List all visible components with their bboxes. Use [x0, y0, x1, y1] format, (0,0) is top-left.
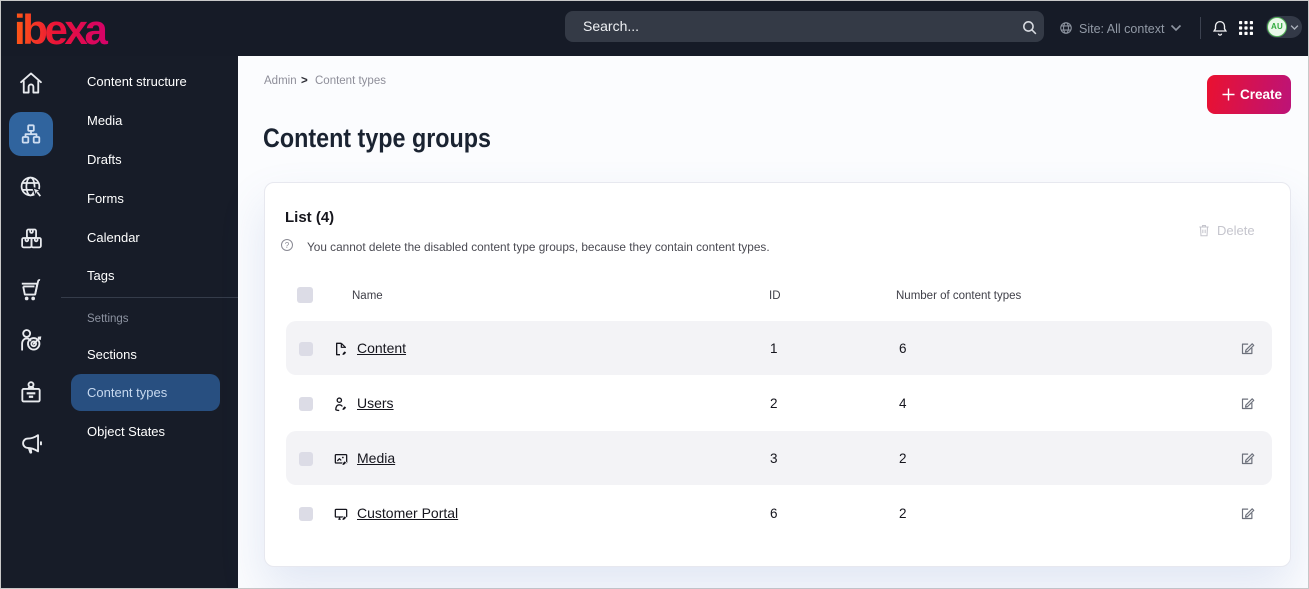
svg-text:ibexa: ibexa: [14, 6, 108, 51]
